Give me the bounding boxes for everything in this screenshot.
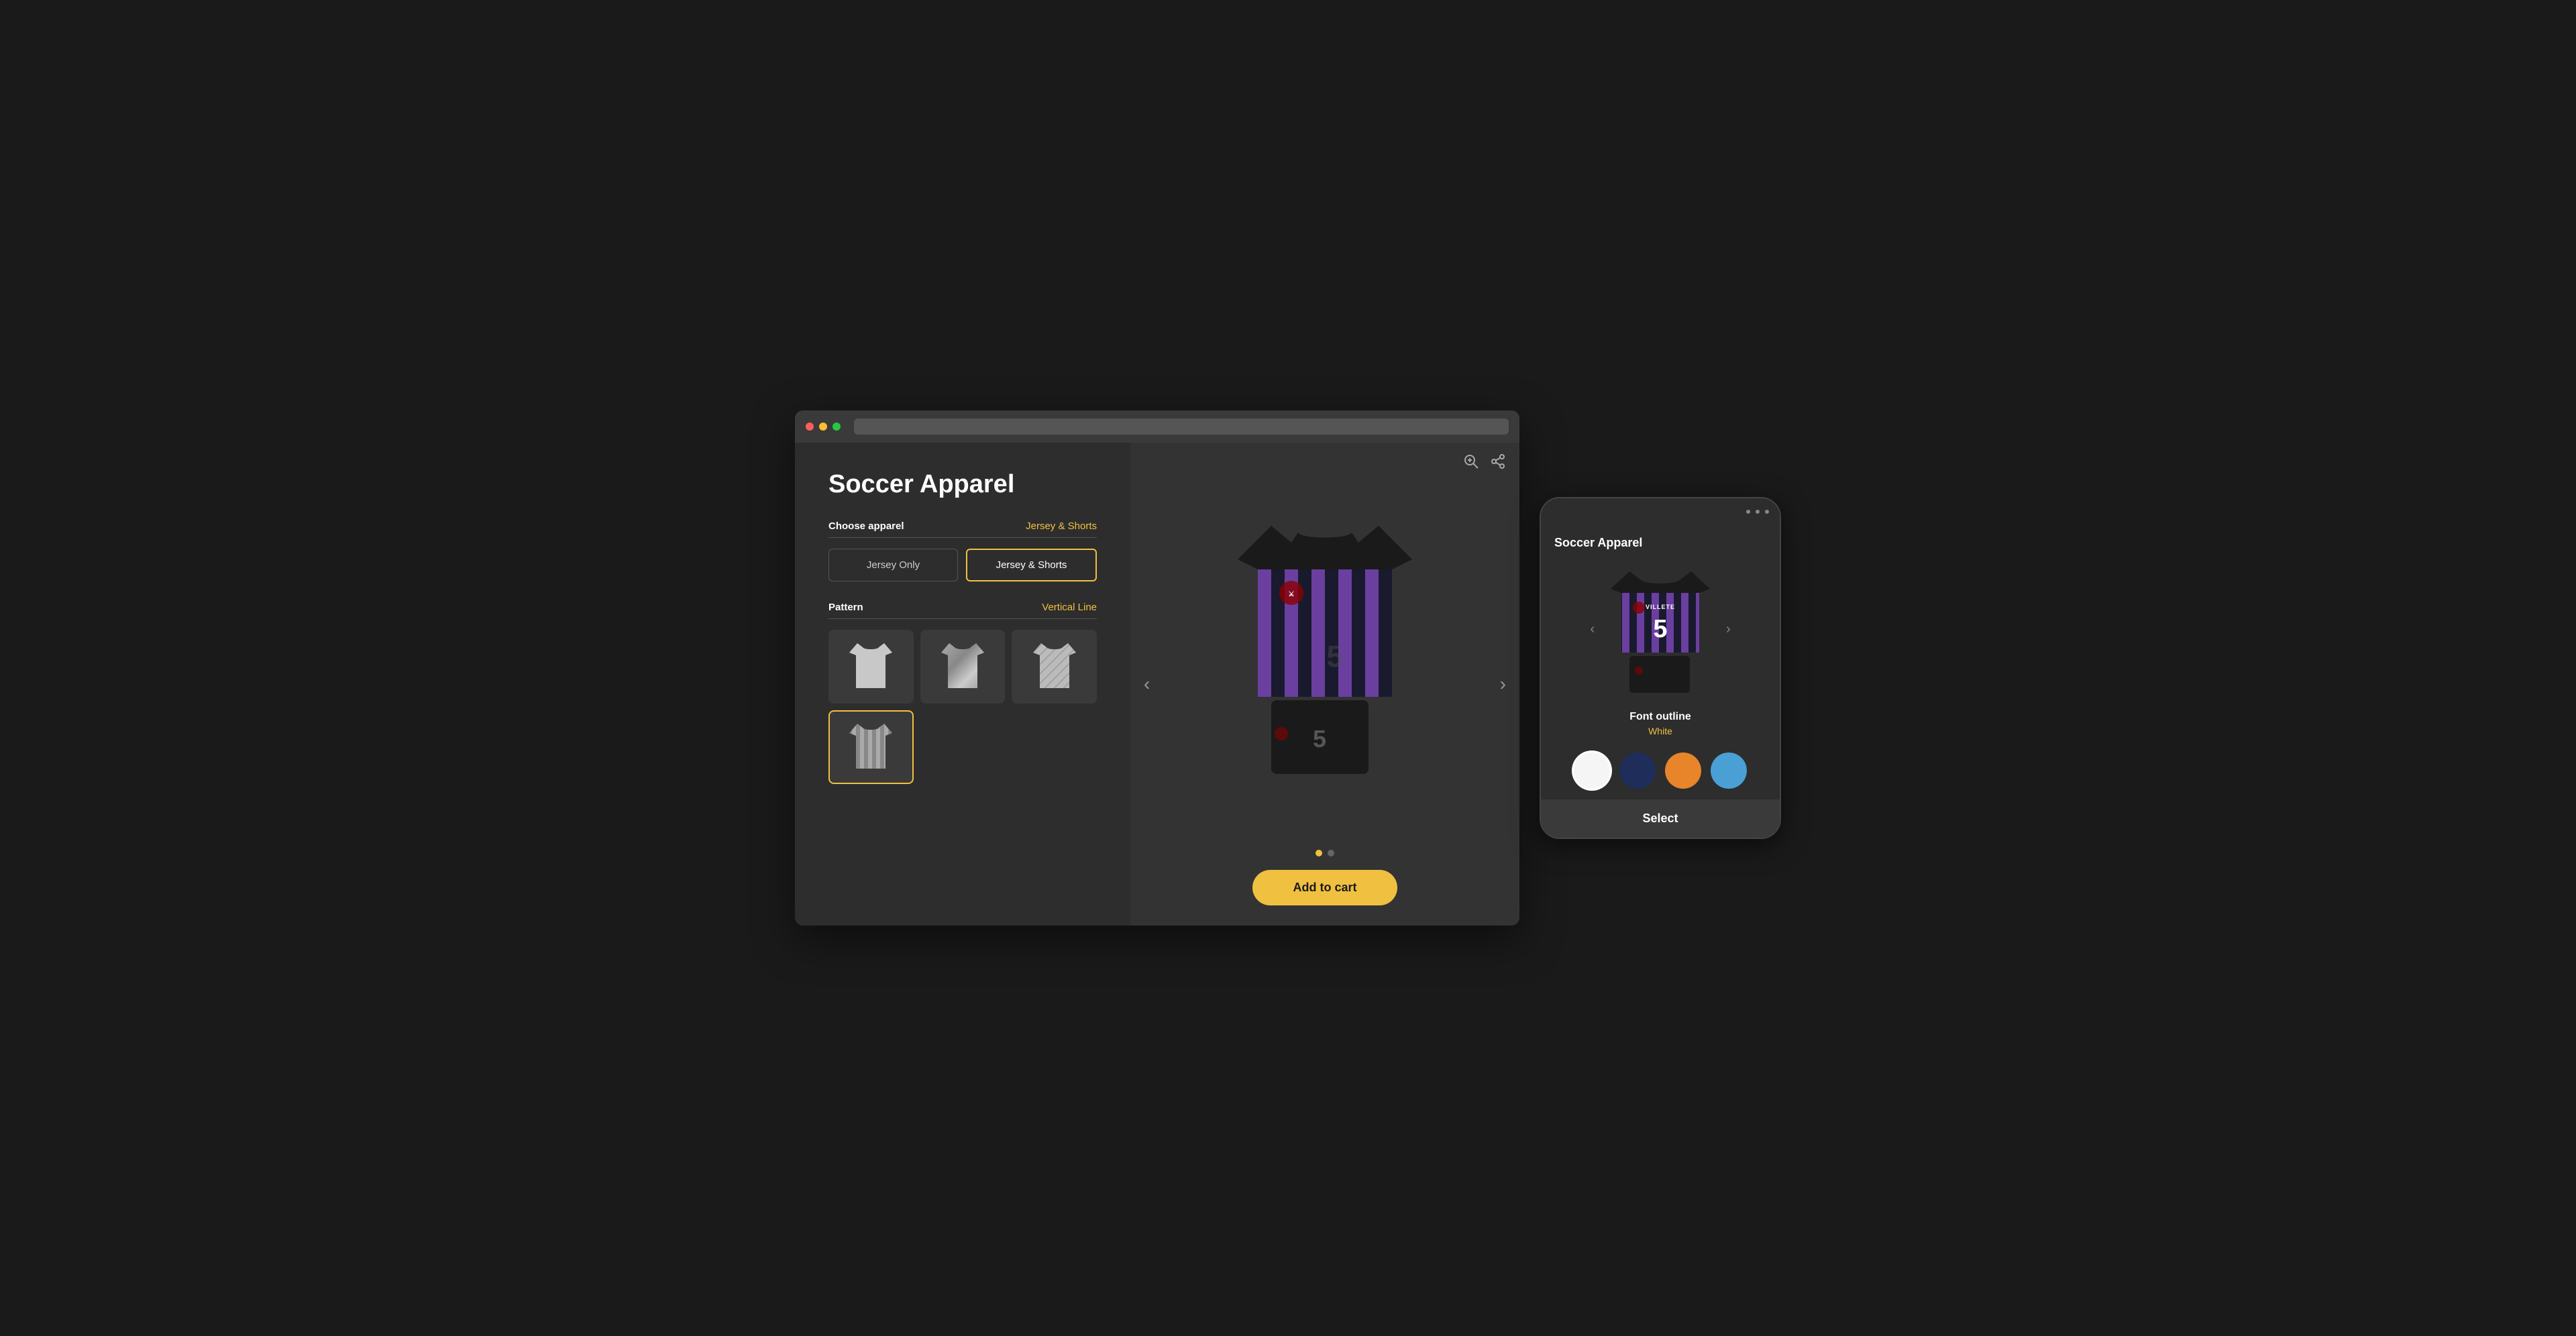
status-dot-3 bbox=[1765, 510, 1769, 514]
carousel-prev-button[interactable]: ‹ bbox=[1137, 667, 1157, 702]
jersey-shorts-button[interactable]: Jersey & Shorts bbox=[966, 549, 1097, 581]
apparel-button-group: Jersey Only Jersey & Shorts bbox=[828, 549, 1097, 581]
jersey-only-button[interactable]: Jersey Only bbox=[828, 549, 958, 581]
color-white-button[interactable] bbox=[1574, 753, 1610, 789]
pattern-item-plain[interactable] bbox=[828, 630, 914, 704]
svg-text:5: 5 bbox=[1313, 725, 1326, 753]
svg-text:VILLETE: VILLETE bbox=[1646, 604, 1675, 610]
pattern-item-diagonal-lines[interactable] bbox=[1012, 630, 1097, 704]
mobile-jersey-area: ‹ VILLETE bbox=[1541, 555, 1780, 703]
pattern-item-vertical-stripe[interactable] bbox=[828, 710, 914, 784]
mobile-next-button[interactable]: › bbox=[1721, 616, 1736, 643]
share-button[interactable] bbox=[1490, 453, 1506, 473]
jersey-display: ⚔ 5 5 bbox=[1130, 443, 1519, 850]
mobile-prev-button[interactable]: ‹ bbox=[1585, 616, 1600, 643]
color-navy-button[interactable] bbox=[1619, 753, 1656, 789]
font-outline-value: White bbox=[1554, 726, 1766, 736]
mobile-title: Soccer Apparel bbox=[1554, 536, 1766, 550]
page-title: Soccer Apparel bbox=[828, 469, 1097, 500]
mobile-content: Soccer Apparel ‹ bbox=[1541, 525, 1780, 838]
browser-content: Soccer Apparel Choose apparel Jersey & S… bbox=[795, 443, 1519, 926]
mobile-header: Soccer Apparel bbox=[1541, 525, 1780, 555]
choose-apparel-value: Jersey & Shorts bbox=[1026, 520, 1097, 532]
mobile-frame: Soccer Apparel ‹ bbox=[1540, 497, 1781, 839]
pattern-value: Vertical Line bbox=[1042, 602, 1097, 613]
center-toolbar bbox=[1463, 453, 1506, 473]
carousel-dot-1[interactable] bbox=[1316, 850, 1322, 856]
center-panel: ‹ bbox=[1130, 443, 1519, 926]
choose-apparel-header: Choose apparel Jersey & Shorts bbox=[828, 520, 1097, 538]
zoom-button[interactable] bbox=[1463, 453, 1479, 473]
minimize-dot[interactable] bbox=[819, 423, 827, 431]
svg-text:⚔: ⚔ bbox=[1289, 590, 1295, 598]
close-dot[interactable] bbox=[806, 423, 814, 431]
status-dot-2 bbox=[1756, 510, 1760, 514]
address-bar[interactable] bbox=[854, 419, 1509, 435]
color-blue-button[interactable] bbox=[1711, 753, 1747, 789]
browser-window: Soccer Apparel Choose apparel Jersey & S… bbox=[795, 410, 1519, 926]
browser-titlebar bbox=[795, 410, 1519, 443]
carousel-dot-2[interactable] bbox=[1328, 850, 1334, 856]
select-button[interactable]: Select bbox=[1541, 799, 1780, 838]
add-to-cart-button[interactable]: Add to cart bbox=[1252, 870, 1397, 905]
color-orange-button[interactable] bbox=[1665, 753, 1701, 789]
font-outline-label: Font outline bbox=[1554, 711, 1766, 723]
mobile-font-outline-section: Font outline White bbox=[1541, 703, 1780, 744]
svg-text:5: 5 bbox=[1326, 639, 1343, 673]
carousel-dots bbox=[1316, 850, 1334, 856]
pattern-header: Pattern Vertical Line bbox=[828, 602, 1097, 619]
choose-apparel-label: Choose apparel bbox=[828, 520, 904, 532]
svg-text:5: 5 bbox=[1653, 615, 1667, 643]
pattern-label: Pattern bbox=[828, 602, 863, 613]
pattern-grid bbox=[828, 630, 1097, 784]
mobile-color-row bbox=[1541, 744, 1780, 799]
maximize-dot[interactable] bbox=[833, 423, 841, 431]
pattern-item-diagonal-gradient[interactable] bbox=[920, 630, 1006, 704]
mobile-statusbar bbox=[1541, 498, 1780, 525]
left-panel: Soccer Apparel Choose apparel Jersey & S… bbox=[795, 443, 1130, 926]
carousel-next-button[interactable]: › bbox=[1493, 667, 1513, 702]
status-dot bbox=[1746, 510, 1750, 514]
